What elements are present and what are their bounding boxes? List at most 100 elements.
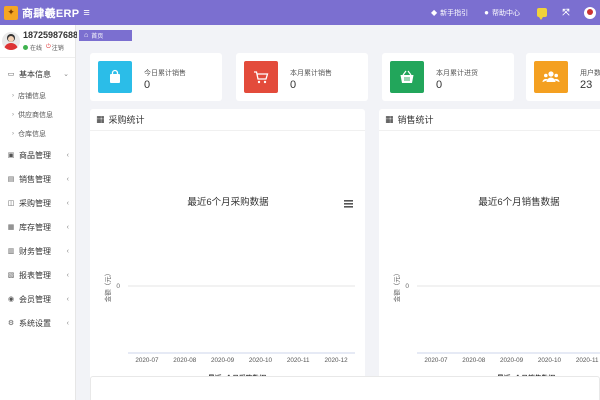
sidebar-item-label: 报表管理 — [19, 270, 51, 280]
help-link-label: 帮助中心 — [492, 9, 520, 17]
chevron-left-icon: ‹ — [66, 223, 69, 231]
sidebar-item-label: 销售管理 — [19, 174, 51, 184]
sidebar-item-label: 采购管理 — [19, 198, 51, 208]
chevron-left-icon: ‹ — [66, 151, 69, 159]
fullscreen-icon: ⤧ — [562, 7, 570, 17]
user-card: 18725987688 在线 ⏻ 注销 — [0, 25, 79, 58]
menu-toggle-icon[interactable]: ≡ — [83, 7, 89, 19]
box-icon: ▣ — [7, 152, 15, 159]
sidebar-item-label: 财务管理 — [19, 246, 51, 256]
x-tick-label: 2020-08 — [173, 357, 197, 364]
sidebar-subitem-store-info[interactable]: › 店铺信息 — [0, 86, 75, 105]
chart-menu-bar — [344, 200, 353, 202]
x-tick-label: 2020-10 — [538, 357, 562, 364]
user-icon[interactable] — [584, 6, 596, 19]
guide-link[interactable]: ◆ 新手指引 — [431, 8, 468, 18]
logout-label: 注销 — [51, 46, 64, 52]
sidebar-item-sales[interactable]: ▤ 销售管理 ‹ — [0, 167, 75, 191]
sidebar-item-label: 系统设置 — [19, 318, 51, 328]
purchase-chart: 最近6个月采购数据金额（元） 0 2020-07 2020-08 2020-09 2020… — [103, 196, 355, 393]
message-icon — [537, 8, 547, 20]
sidebar-subitem-label: 店铺信息 — [18, 92, 46, 100]
chevron-left-icon: ‹ — [66, 175, 69, 183]
x-tick-label: 2020-09 — [211, 357, 235, 364]
stat-value: 23 — [580, 79, 593, 91]
chart-menu-icon[interactable] — [344, 200, 353, 208]
diamond-icon: ◆ — [431, 8, 438, 17]
fullscreen-button[interactable]: ⤧ — [560, 7, 572, 19]
x-tick-label: 2020-11 — [287, 357, 310, 364]
stat-value: 0 — [290, 79, 297, 91]
stat-value: 0 — [436, 79, 443, 91]
message-button[interactable] — [536, 7, 548, 20]
x-tick-label: 2020-08 — [462, 357, 486, 364]
sidebar-item-inventory[interactable]: ▦ 库存管理 ‹ — [0, 215, 75, 239]
finance-icon: ▥ — [7, 248, 15, 255]
brand[interactable]: ✦ 商肆羲ERP ≡ — [0, 5, 100, 21]
chart-title: 最近6个月销售数据 — [478, 196, 560, 208]
sidebar-item-purchase[interactable]: ◫ 采购管理 ‹ — [0, 191, 75, 215]
sidebar-item-basic-info[interactable]: ▭ 基本信息 ⌄ — [0, 62, 75, 86]
sidebar-item-reports[interactable]: ▧ 报表管理 ‹ — [0, 263, 75, 287]
sidebar-nav: ▭ 基本信息 ⌄ › 店铺信息 › 供应商信息 › 仓库信息 ▣ 商品管理 ‹ … — [0, 62, 75, 335]
logo-icon: ✦ — [4, 5, 18, 20]
chevron-left-icon: ‹ — [66, 295, 69, 303]
sidebar-item-settings[interactable]: ⚙ 系统设置 ‹ — [0, 311, 75, 335]
member-icon: ◉ — [7, 296, 15, 303]
guide-link-label: 新手指引 — [440, 9, 469, 17]
sidebar-subitem-label: 供应商信息 — [18, 111, 53, 119]
chevron-right-icon: › — [12, 92, 14, 99]
stat-card-today-sales: 今日累计销售 0 — [90, 53, 222, 101]
app-title: 商肆羲ERP — [22, 7, 80, 20]
sidebar-item-label: 库存管理 — [19, 222, 51, 232]
home-icon: ⌂ — [84, 32, 89, 39]
purchase-icon: ◫ — [7, 200, 15, 207]
chevron-down-icon: ⌄ — [63, 71, 69, 78]
online-status: 在线 — [30, 46, 43, 52]
x-tick-label: 2020-09 — [500, 357, 524, 364]
x-tick-label: 2020-12 — [325, 357, 349, 364]
chevron-left-icon: ‹ — [66, 199, 69, 207]
avatar[interactable] — [2, 32, 20, 50]
sales-icon: ▤ — [7, 176, 15, 183]
stat-card-month-purchase: 本月累计进货 0 — [382, 53, 514, 101]
sidebar-item-members[interactable]: ◉ 会员管理 ‹ — [0, 287, 75, 311]
help-link[interactable]: ● 帮助中心 — [484, 8, 520, 18]
tab-home[interactable]: ⌂ 首页 — [79, 30, 132, 41]
tab-bar: ⌂ 首页 — [77, 25, 600, 43]
logout-icon: ⏻ — [46, 44, 51, 50]
chart-title: 最近6个月采购数据 — [187, 196, 269, 208]
online-dot-icon — [23, 45, 28, 50]
sidebar: 18725987688 在线 ⏻ 注销 ▭ 基本信息 ⌄ › 店铺信息 › 供应… — [0, 25, 79, 400]
cart-icon — [244, 61, 278, 93]
sidebar-item-products[interactable]: ▣ 商品管理 ‹ — [0, 143, 75, 167]
stat-label: 本月累计销售 — [290, 70, 332, 77]
chart-menu-bar — [344, 206, 353, 208]
bottom-panel — [90, 376, 600, 400]
chart-menu-bar — [344, 203, 353, 205]
y-tick-label: 0 — [116, 283, 120, 290]
y-axis-label: 金额（元） — [103, 270, 112, 303]
chevron-left-icon: ‹ — [66, 319, 69, 327]
sidebar-item-label: 基本信息 — [19, 69, 51, 79]
settings-icon: ⚙ — [7, 320, 15, 327]
tab-home-label: 首页 — [91, 34, 104, 40]
top-navbar: ✦ 商肆羲ERP ≡ ◆ 新手指引 ● 帮助中心 ⤧ — [0, 0, 600, 25]
stat-label: 本月累计进货 — [436, 70, 478, 77]
purchase-stats-panel: ▦ 采购统计 最近6个月采购数据 金额（元） 0 2020-07 2020-08 2020… — [90, 109, 365, 397]
sidebar-subitem-warehouse-info[interactable]: › 仓库信息 — [0, 124, 75, 143]
y-tick-label: 0 — [405, 283, 409, 290]
user-phone: 18725987688 — [23, 30, 79, 40]
sidebar-subitem-label: 仓库信息 — [18, 130, 46, 138]
monitor-icon: ▭ — [7, 71, 15, 78]
logout-link[interactable]: ⏻ 注销 — [46, 43, 64, 52]
dashboard: 今日累计销售 0 本月累计销售 0 本月累计进货 0 用户数 23 ▦ 采购统计… — [90, 53, 600, 400]
x-tick-label: 2020-07 — [135, 357, 159, 364]
report-icon: ▧ — [7, 272, 15, 279]
basket-icon — [390, 61, 424, 93]
sidebar-item-label: 商品管理 — [19, 150, 51, 160]
sidebar-subitem-supplier-info[interactable]: › 供应商信息 — [0, 105, 75, 124]
chevron-right-icon: › — [12, 130, 14, 137]
stat-card-month-sales: 本月累计销售 0 — [236, 53, 368, 101]
sidebar-item-finance[interactable]: ▥ 财务管理 ‹ — [0, 239, 75, 263]
